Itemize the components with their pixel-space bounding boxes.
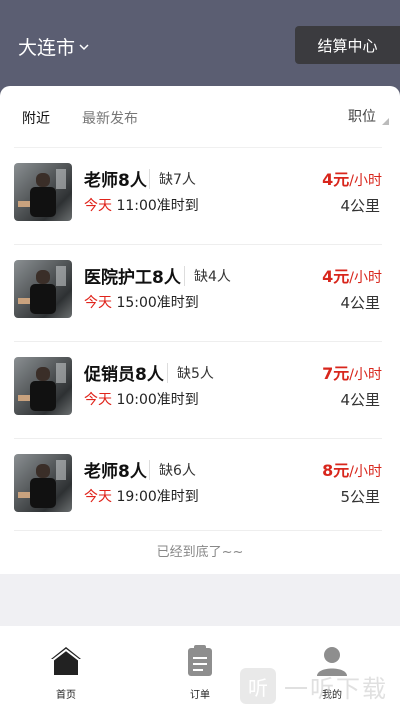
job-distance: 4公里 bbox=[340, 197, 380, 215]
job-title: 老师8人 bbox=[84, 462, 147, 482]
job-start-time: 今天 11:00准时到 bbox=[84, 195, 199, 215]
job-day: 今天 bbox=[84, 392, 112, 408]
job-time: 19:00准时到 bbox=[116, 489, 199, 505]
job-wage-unit: /小时 bbox=[349, 173, 382, 189]
job-wage-unit: /小时 bbox=[349, 270, 382, 286]
watermark-text: 一听下载 bbox=[284, 674, 388, 703]
city-name: 大连市 bbox=[18, 37, 76, 59]
job-distance: 4公里 bbox=[340, 391, 380, 409]
settlement-center-button[interactable]: 结算中心 bbox=[295, 26, 400, 64]
tab-nearby[interactable]: 附近 bbox=[22, 108, 50, 128]
list-divider bbox=[14, 530, 382, 531]
end-of-list-note: 已经到底了~~ bbox=[156, 545, 244, 560]
job-time: 15:00准时到 bbox=[116, 295, 199, 311]
tab-orders[interactable]: 订单 bbox=[170, 644, 230, 701]
job-avatar bbox=[14, 163, 72, 221]
orders-icon bbox=[170, 644, 230, 682]
watermark-logo: 听 bbox=[240, 668, 276, 704]
watermark: 听 一听下载 bbox=[240, 666, 400, 706]
job-day: 今天 bbox=[84, 198, 112, 214]
job-start-time: 今天 15:00准时到 bbox=[84, 292, 199, 312]
job-wage: 8元/小时 bbox=[322, 457, 382, 481]
job-distance: 4公里 bbox=[340, 294, 380, 312]
job-shortage: 缺4人 bbox=[184, 266, 231, 286]
job-shortage: 缺5人 bbox=[167, 363, 214, 383]
job-wage: 4元/小时 bbox=[322, 263, 382, 287]
dropdown-corner-icon bbox=[382, 118, 389, 125]
job-list: 老师8人 缺7人 今天 11:00准时到 4元/小时 4公里 医院护工8人 缺4… bbox=[14, 147, 382, 535]
job-shortage: 缺7人 bbox=[149, 169, 196, 189]
job-wage-unit: /小时 bbox=[349, 367, 382, 383]
tab-home[interactable]: 首页 bbox=[36, 644, 96, 701]
job-avatar bbox=[14, 357, 72, 415]
filter-tabs: 附近 最新发布 职位 bbox=[0, 86, 400, 146]
job-day: 今天 bbox=[84, 489, 112, 505]
job-wage: 7元/小时 bbox=[322, 360, 382, 384]
city-selector[interactable]: 大连市 bbox=[18, 33, 89, 60]
chevron-down-icon bbox=[79, 43, 89, 51]
job-distance: 5公里 bbox=[340, 488, 380, 506]
job-title: 医院护工8人 bbox=[84, 268, 181, 288]
job-shortage: 缺6人 bbox=[149, 460, 196, 480]
job-start-time: 今天 19:00准时到 bbox=[84, 486, 199, 506]
job-title: 促销员8人 bbox=[84, 365, 164, 385]
job-start-time: 今天 10:00准时到 bbox=[84, 389, 199, 409]
home-icon bbox=[36, 644, 96, 682]
job-wage-amount: 4元 bbox=[322, 267, 350, 286]
job-wage-amount: 4元 bbox=[322, 170, 350, 189]
job-list-card: 附近 最新发布 职位 老师8人 缺7人 今天 11:00准时到 4元/小时 4公… bbox=[0, 86, 400, 574]
job-item[interactable]: 老师8人 缺6人 今天 19:00准时到 8元/小时 5公里 bbox=[14, 438, 382, 535]
job-item[interactable]: 医院护工8人 缺4人 今天 15:00准时到 4元/小时 4公里 bbox=[14, 244, 382, 341]
job-day: 今天 bbox=[84, 295, 112, 311]
job-wage: 4元/小时 bbox=[322, 166, 382, 190]
tab-latest[interactable]: 最新发布 bbox=[82, 108, 138, 128]
job-time: 10:00准时到 bbox=[116, 392, 199, 408]
tab-home-label: 首页 bbox=[56, 690, 76, 701]
job-avatar bbox=[14, 260, 72, 318]
tab-orders-label: 订单 bbox=[190, 690, 210, 701]
tab-position-filter[interactable]: 职位 bbox=[348, 106, 376, 126]
job-title: 老师8人 bbox=[84, 171, 147, 191]
job-wage-amount: 7元 bbox=[322, 364, 350, 383]
job-time: 11:00准时到 bbox=[116, 198, 199, 214]
job-wage-amount: 8元 bbox=[322, 461, 350, 480]
job-wage-unit: /小时 bbox=[349, 464, 382, 480]
job-item[interactable]: 促销员8人 缺5人 今天 10:00准时到 7元/小时 4公里 bbox=[14, 341, 382, 438]
job-item[interactable]: 老师8人 缺7人 今天 11:00准时到 4元/小时 4公里 bbox=[14, 147, 382, 244]
job-avatar bbox=[14, 454, 72, 512]
